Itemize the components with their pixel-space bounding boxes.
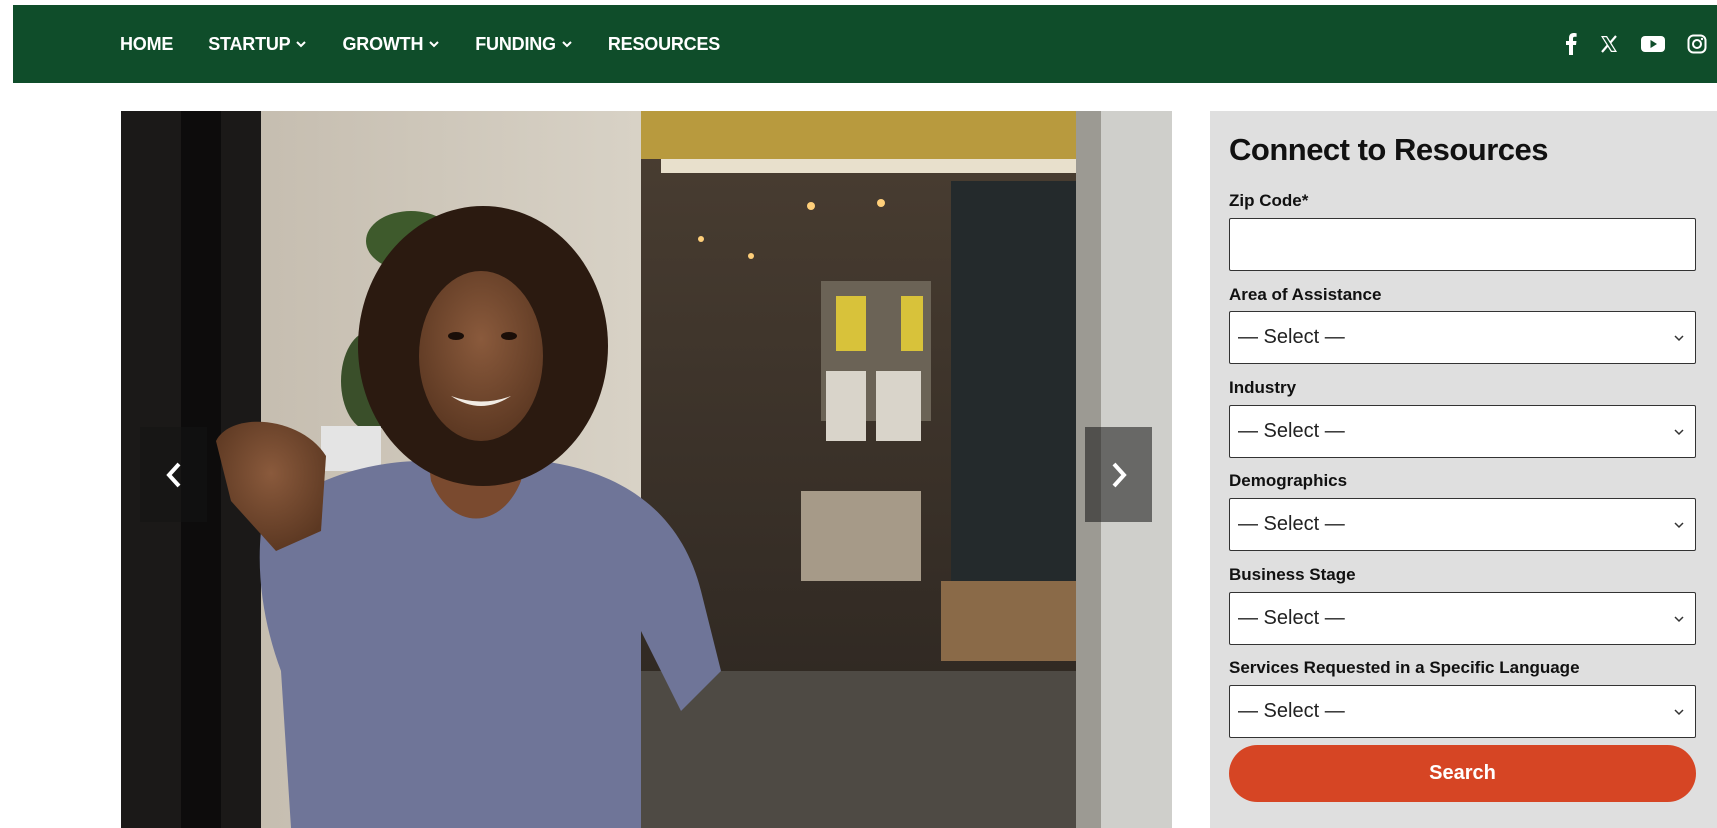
select-value: — Select — [1238, 700, 1345, 722]
select-value: — Select — [1238, 326, 1345, 348]
nav-item-label: FUNDING [475, 33, 556, 54]
hero-image [121, 111, 1172, 828]
area-of-assistance-label: Area of Assistance [1229, 285, 1382, 304]
chevron-down-icon [1674, 428, 1684, 435]
chevron-left-icon [165, 462, 180, 487]
business-stage-select[interactable]: — Select — [1229, 592, 1696, 645]
nav-item-label: STARTUP [208, 33, 291, 54]
main-navbar: HOME STARTUP GROWTH FUNDING RESOURCES [13, 5, 1717, 83]
chevron-down-icon [296, 41, 307, 48]
industry-label: Industry [1229, 378, 1297, 397]
nav-links: HOME STARTUP GROWTH FUNDING RESOURCES [120, 34, 755, 55]
panel-title: Connect to Resources [1229, 132, 1549, 167]
business-stage-label: Business Stage [1229, 565, 1356, 584]
chevron-down-icon [1674, 521, 1684, 528]
chevron-right-icon [1112, 462, 1127, 487]
x-icon[interactable] [1599, 34, 1619, 54]
zip-code-label: Zip Code* [1229, 191, 1309, 210]
language-select[interactable]: — Select — [1229, 685, 1696, 738]
language-label: Services Requested in a Specific Languag… [1229, 658, 1580, 677]
nav-item-resources[interactable]: RESOURCES [608, 34, 720, 55]
nav-item-funding[interactable]: FUNDING [475, 34, 573, 55]
demographics-select[interactable]: — Select — [1229, 498, 1696, 551]
facebook-icon[interactable] [1565, 33, 1577, 55]
select-value: — Select — [1238, 607, 1345, 629]
nav-item-label: RESOURCES [607, 33, 721, 54]
hero-carousel [121, 111, 1172, 828]
instagram-icon[interactable] [1687, 34, 1707, 54]
nav-item-label: HOME [120, 33, 174, 54]
select-value: — Select — [1238, 513, 1345, 535]
chevron-down-icon [1674, 615, 1684, 622]
nav-item-growth[interactable]: GROWTH [342, 34, 440, 55]
youtube-icon[interactable] [1641, 35, 1665, 53]
industry-select[interactable]: — Select — [1229, 405, 1696, 458]
select-value: — Select — [1238, 420, 1345, 442]
area-of-assistance-select[interactable]: — Select — [1229, 311, 1696, 364]
chevron-down-icon [1674, 708, 1684, 715]
resource-search-panel: Connect to Resources Zip Code* Area of A… [1210, 111, 1717, 828]
zip-code-input[interactable] [1229, 218, 1696, 271]
nav-item-startup[interactable]: STARTUP [208, 34, 307, 55]
nav-item-label: GROWTH [342, 33, 424, 54]
chevron-down-icon [429, 41, 439, 48]
demographics-label: Demographics [1229, 471, 1348, 490]
carousel-next-button[interactable] [1085, 427, 1152, 522]
nav-item-home[interactable]: HOME [120, 34, 173, 55]
social-links [1543, 5, 1707, 83]
chevron-down-icon [562, 41, 572, 48]
search-button[interactable]: Search [1229, 745, 1696, 802]
chevron-down-icon [1674, 334, 1684, 341]
carousel-prev-button[interactable] [140, 427, 207, 522]
